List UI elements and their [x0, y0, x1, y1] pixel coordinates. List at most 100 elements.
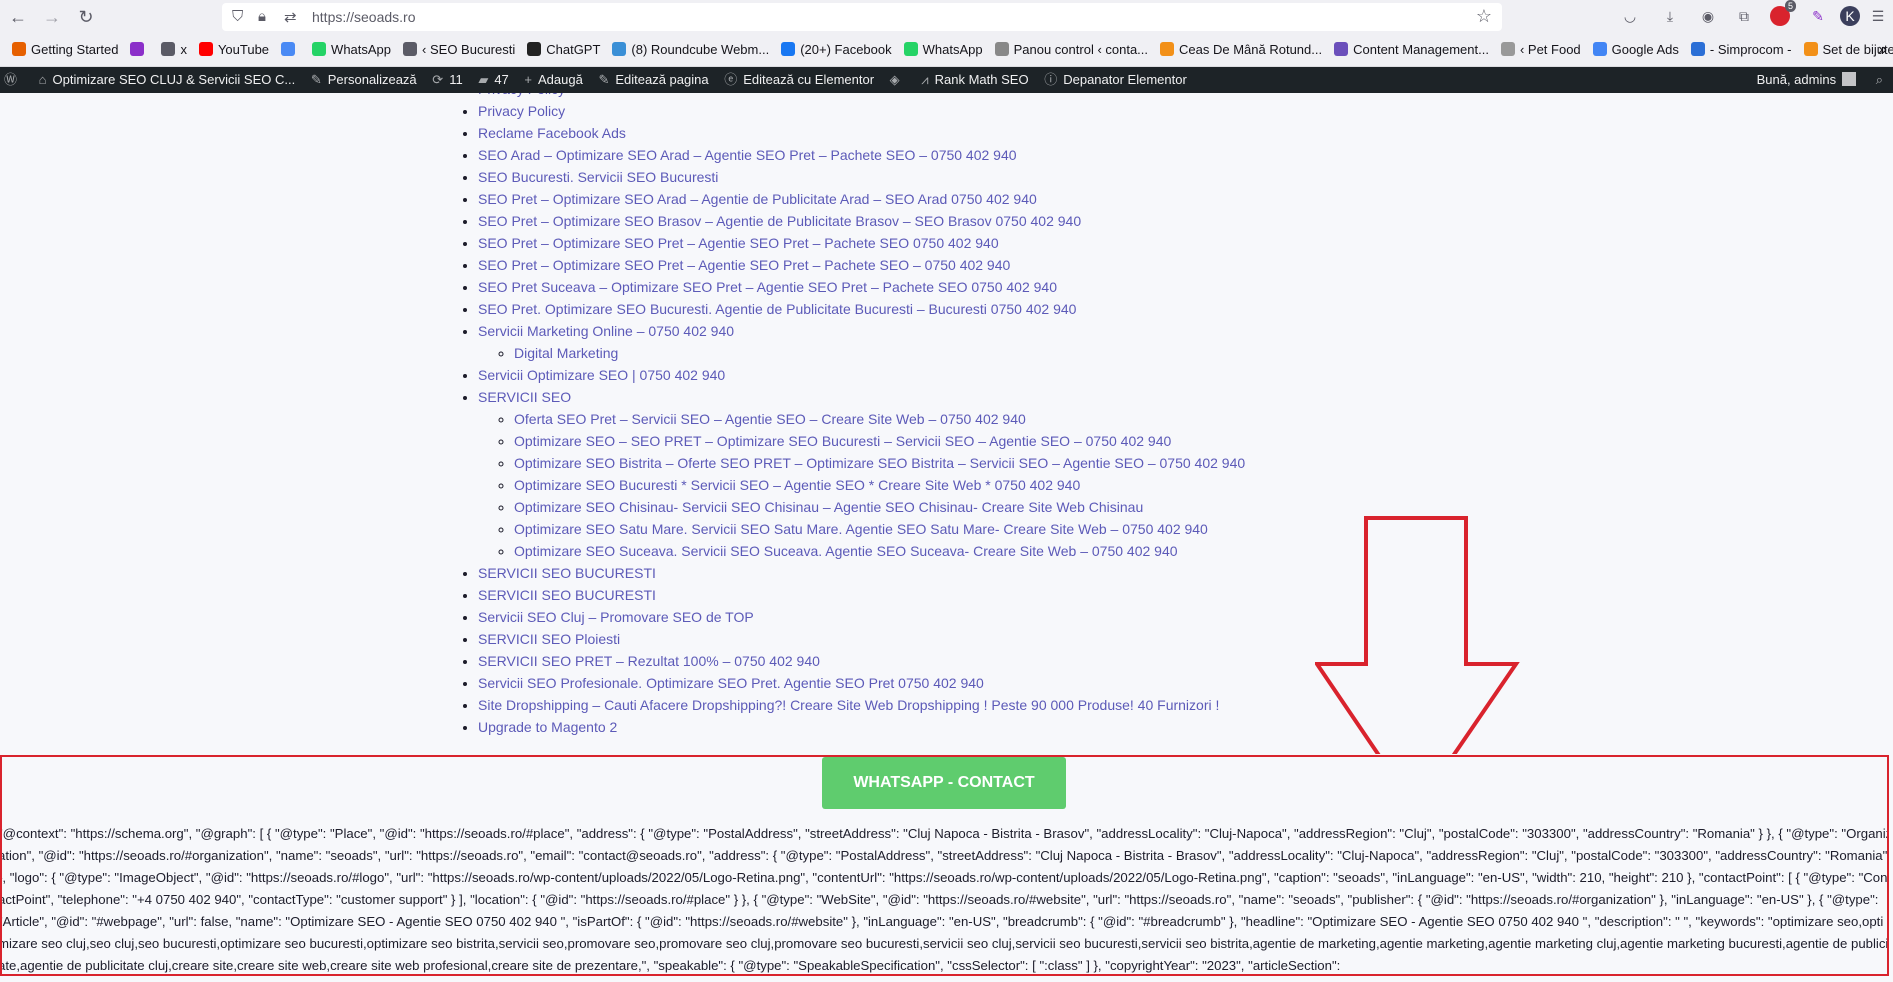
- bookmark-item[interactable]: YouTube: [198, 34, 270, 66]
- bookmark-item[interactable]: [281, 34, 300, 66]
- sitemap-link[interactable]: SEO Arad – Optimizare SEO Arad – Agentie…: [478, 147, 1017, 163]
- sitemap-sublink[interactable]: Oferta SEO Pret – Servicii SEO – Agentie…: [514, 411, 1026, 427]
- updates-link[interactable]: ⟳ 11: [432, 67, 462, 93]
- bookmark-item[interactable]: Getting Started: [12, 34, 118, 66]
- back-button[interactable]: ←: [6, 5, 30, 29]
- add-new-link[interactable]: + Adaugă: [524, 67, 582, 93]
- sitemap-sublink[interactable]: Optimizare SEO Chisinau- Servicii SEO Ch…: [514, 499, 1143, 515]
- customize-link[interactable]: ✎ Personalizează: [311, 67, 417, 93]
- bookmark-item[interactable]: ChatGPT: [527, 34, 600, 66]
- sitemap-sublink[interactable]: Digital Marketing: [514, 345, 618, 361]
- sitemap-link[interactable]: Servicii Optimizare SEO | 0750 402 940: [478, 367, 725, 383]
- shield-icon[interactable]: ⛉: [232, 8, 243, 25]
- diamond-link[interactable]: ◈: [890, 67, 906, 93]
- bookmark-item[interactable]: Content Management...: [1334, 34, 1489, 66]
- sitemap-link[interactable]: Upgrade to Magento 2: [478, 719, 617, 735]
- sitemap-item: Servicii SEO Cluj – Promovare SEO de TOP: [478, 606, 1245, 628]
- adblock-icon[interactable]: 5: [1770, 0, 1796, 26]
- menu-icon[interactable]: ☰: [1868, 6, 1888, 26]
- sitemap-subitem: Optimizare SEO Satu Mare. Servicii SEO S…: [514, 518, 1245, 540]
- download-icon[interactable]: ⤓: [1660, 6, 1680, 26]
- favicon-icon: [130, 42, 145, 56]
- bookmark-label: - Simprocom -: [1709, 42, 1792, 57]
- sitemap-link[interactable]: SEO Pret – Optimizare SEO Pret – Agentie…: [478, 257, 1010, 273]
- edit-elementor-link[interactable]: ⓔ Editează cu Elementor: [724, 67, 874, 93]
- sitemap-link[interactable]: SEO Bucuresti. Servicii SEO Bucuresti: [478, 169, 718, 185]
- bookmark-item[interactable]: (8) Roundcube Webm...: [612, 34, 769, 66]
- rank-math-link[interactable]: ⩘ Rank Math SEO: [921, 67, 1028, 93]
- sitemap-sublink[interactable]: Optimizare SEO Bucuresti * Servicii SEO …: [514, 477, 1080, 493]
- bookmark-label: Content Management...: [1353, 42, 1489, 57]
- bookmark-item[interactable]: ‹ Pet Food: [1500, 34, 1581, 66]
- sitemap-link[interactable]: Servicii SEO Cluj – Promovare SEO de TOP: [478, 609, 754, 625]
- rank-math-label: Rank Math SEO: [934, 72, 1029, 87]
- avatar: [1842, 72, 1857, 86]
- wordpress-logo-icon[interactable]: Ⓦ: [4, 67, 23, 93]
- address-bar[interactable]: ⛉ 🔒︎ ⇄ https://seoads.ro ☆: [222, 3, 1502, 31]
- search-icon[interactable]: ⌕: [1876, 72, 1883, 87]
- pocket-icon[interactable]: ◡: [1620, 6, 1640, 26]
- bookmark-item[interactable]: x: [161, 34, 187, 66]
- pen-icon[interactable]: ✎: [1808, 6, 1828, 26]
- sitemap-sublink[interactable]: Optimizare SEO Bistrita – Oferte SEO PRE…: [514, 455, 1245, 471]
- bookmark-item[interactable]: Google Ads: [1592, 34, 1679, 66]
- sitemap-sublink[interactable]: Optimizare SEO – SEO PRET – Optimizare S…: [514, 433, 1171, 449]
- sitemap-item: SEO Bucuresti. Servicii SEO Bucuresti: [478, 166, 1245, 188]
- forward-button[interactable]: →: [40, 5, 64, 29]
- sitemap-link[interactable]: SEO Pret Suceava – Optimizare SEO Pret –…: [478, 279, 1057, 295]
- sitemap-link[interactable]: SEO Pret – Optimizare SEO Brasov – Agent…: [478, 213, 1081, 229]
- bookmark-item[interactable]: - Simprocom -: [1690, 34, 1792, 66]
- bookmark-star-icon[interactable]: ☆: [1476, 6, 1492, 27]
- sitemap-item: Privacy Policy: [478, 93, 1245, 100]
- sitemap-link[interactable]: SEO Pret – Optimizare SEO Arad – Agentie…: [478, 191, 1037, 207]
- sitemap-item: Privacy Policy: [478, 100, 1245, 122]
- sitemap-item: SERVICII SEO BUCURESTI: [478, 562, 1245, 584]
- sitemap-link[interactable]: SEO Pret – Optimizare SEO Pret – Agentie…: [478, 235, 999, 251]
- account-menu[interactable]: Bună, admins ⌕: [1757, 67, 1883, 93]
- bookmark-item[interactable]: Ceas De Mână Rotund...: [1160, 34, 1322, 66]
- sitemap-sublink[interactable]: Optimizare SEO Suceava. Servicii SEO Suc…: [514, 543, 1178, 559]
- sitemap-link[interactable]: SERVICII SEO PRET – Rezultat 100% – 0750…: [478, 653, 820, 669]
- bookmark-label: YouTube: [217, 42, 270, 57]
- reload-icon: ↻: [78, 7, 94, 27]
- sitemap-link[interactable]: Site Dropshipping – Cauti Afacere Dropsh…: [478, 697, 1219, 713]
- bookmark-label: Panou control ‹ conta...: [1013, 42, 1149, 57]
- edit-page-link[interactable]: ✎ Editează pagina: [598, 67, 708, 93]
- sitemap-link[interactable]: Privacy Policy: [478, 103, 565, 119]
- permissions-icon[interactable]: ⇄: [284, 8, 297, 26]
- sitemap-link[interactable]: Servicii SEO Profesionale. Optimizare SE…: [478, 675, 984, 691]
- sitemap-link[interactable]: SERVICII SEO: [478, 389, 571, 405]
- sitemap-link[interactable]: Privacy Policy: [478, 93, 565, 97]
- sitemap-link[interactable]: SEO Pret. Optimizare SEO Bucuresti. Agen…: [478, 301, 1076, 317]
- sitemap-link[interactable]: SERVICII SEO BUCURESTI: [478, 565, 656, 581]
- sitemap-sublink[interactable]: Optimizare SEO Satu Mare. Servicii SEO S…: [514, 521, 1208, 537]
- bookmark-label: ‹ Pet Food: [1519, 42, 1581, 57]
- account-icon[interactable]: ◉: [1698, 6, 1718, 26]
- reload-button[interactable]: ↻: [74, 5, 98, 29]
- sitemap-sublist: Digital Marketing: [478, 342, 1245, 364]
- sitemap-link[interactable]: Servicii Marketing Online – 0750 402 940: [478, 323, 734, 339]
- sitemap-link[interactable]: SERVICII SEO Ploiesti: [478, 631, 620, 647]
- sitemap-link[interactable]: SERVICII SEO BUCURESTI: [478, 587, 656, 603]
- lock-icon[interactable]: 🔒︎: [258, 8, 266, 25]
- bookmark-item[interactable]: WhatsApp: [312, 34, 391, 66]
- bookmark-item[interactable]: [130, 34, 149, 66]
- sitemap-item: Servicii Marketing Online – 0750 402 940…: [478, 320, 1245, 364]
- site-name-link[interactable]: ⌂ Optimizare SEO CLUJ & Servicii SEO C...: [39, 67, 296, 93]
- debugger-link[interactable]: ⓘ Depanator Elementor: [1044, 67, 1187, 93]
- url-text[interactable]: https://seoads.ro: [312, 9, 416, 25]
- whatsapp-contact-button[interactable]: WHATSAPP - CONTACT: [822, 757, 1066, 809]
- profile-icon[interactable]: K: [1840, 6, 1860, 26]
- sitemap-link[interactable]: Reclame Facebook Ads: [478, 125, 626, 141]
- bookmark-label: Google Ads: [1611, 42, 1679, 57]
- bookmark-label: WhatsApp: [331, 42, 392, 57]
- comments-link[interactable]: ▰ 47: [478, 67, 508, 93]
- bookmark-item[interactable]: WhatsApp: [903, 34, 983, 66]
- extensions-icon[interactable]: ⧉: [1734, 6, 1754, 26]
- bookmark-item[interactable]: ‹ SEO Bucuresti: [403, 34, 515, 66]
- bookmark-item[interactable]: Panou control ‹ conta...: [994, 34, 1149, 66]
- bookmarks-overflow-icon[interactable]: »: [1878, 34, 1887, 66]
- favicon-icon: [12, 42, 26, 56]
- bookmark-item[interactable]: (20+) Facebook: [781, 34, 892, 66]
- dashboard-icon: ⌂: [38, 72, 47, 87]
